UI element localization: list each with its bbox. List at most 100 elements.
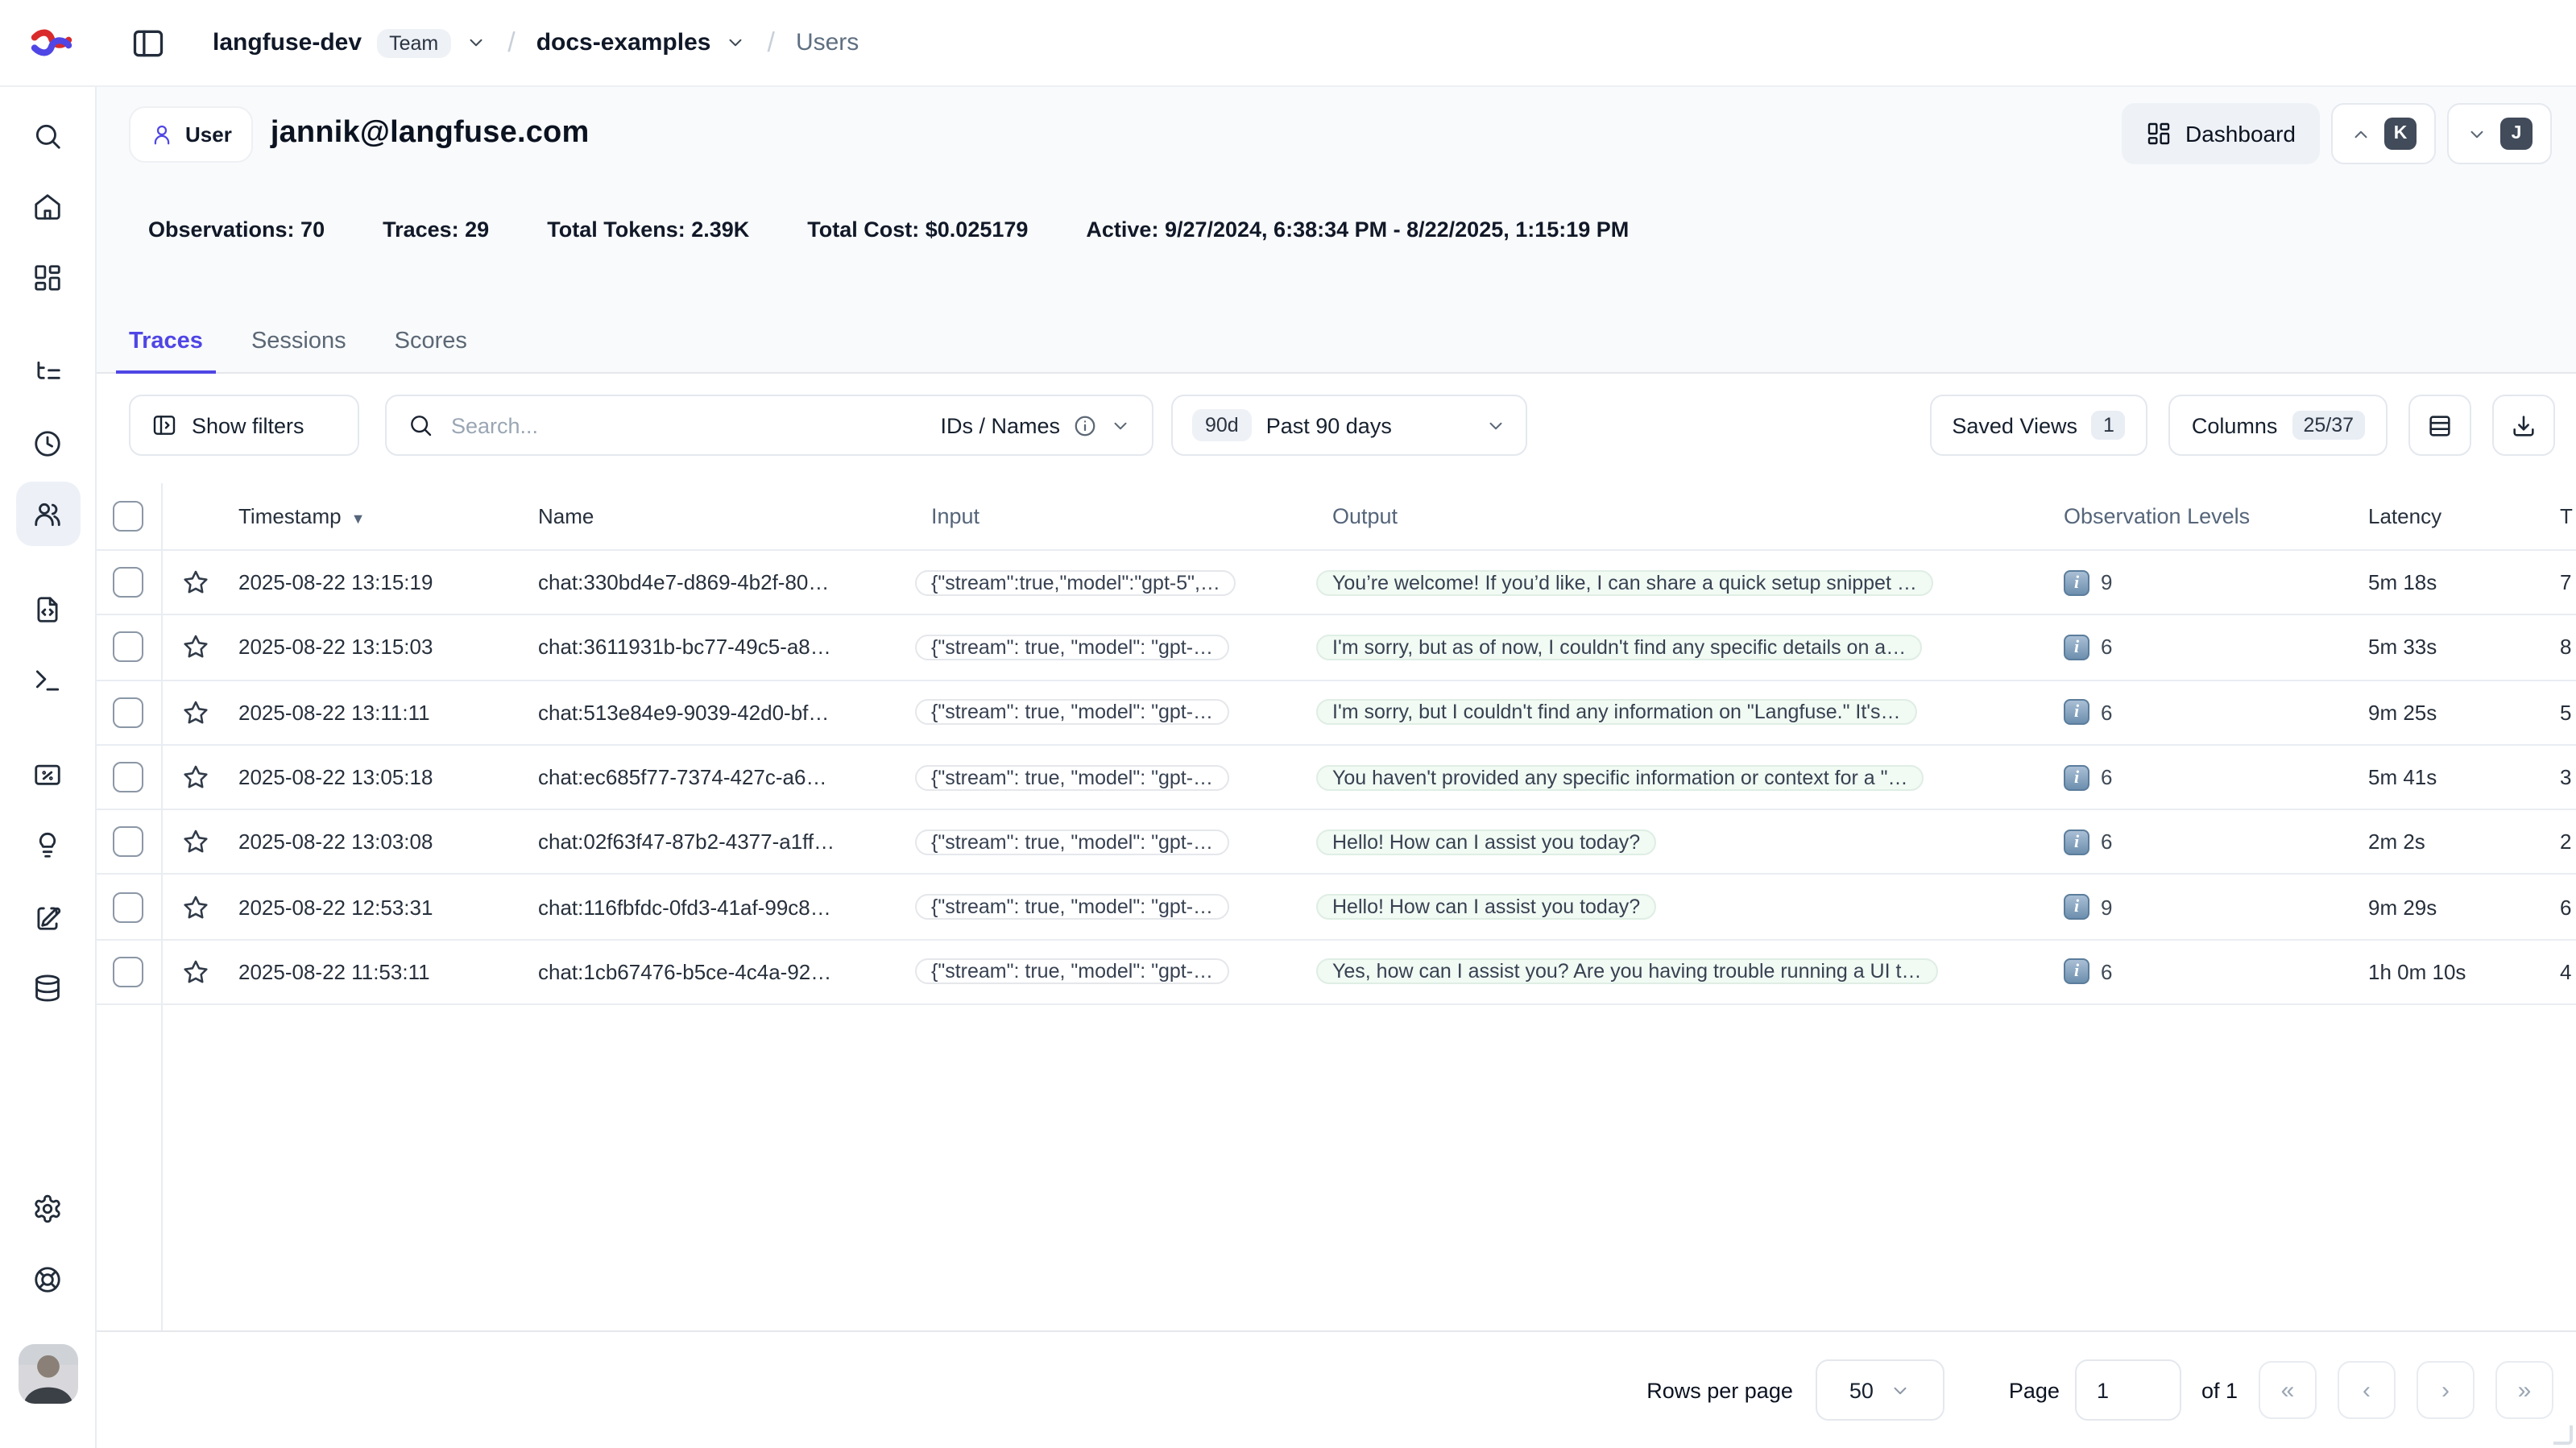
column-header-observation-levels[interactable]: Observation Levels [2051, 504, 2368, 528]
trace-timestamp[interactable]: 2025-08-22 13:11:11 [238, 700, 538, 724]
settings-gear-icon[interactable] [15, 1176, 80, 1240]
breadcrumb: langfuse-dev Team / docs-examples / User… [213, 27, 859, 59]
bookmark-star-icon[interactable] [161, 893, 238, 921]
dashboards-icon[interactable] [15, 245, 80, 309]
select-all-checkbox[interactable] [113, 501, 143, 532]
row-height-button[interactable] [2408, 395, 2471, 456]
previous-page-button[interactable]: ‹ [2338, 1361, 2396, 1419]
column-header-latency[interactable]: Latency [2368, 504, 2560, 528]
table-row[interactable]: 2025-08-22 12:53:31 chat:116fbfdc-0fd3-4… [97, 875, 2576, 941]
bookmark-star-icon[interactable] [161, 698, 238, 726]
row-checkbox[interactable] [113, 892, 143, 922]
user-avatar[interactable] [18, 1344, 77, 1404]
breadcrumb-project[interactable]: docs-examples [536, 29, 711, 56]
search-input[interactable] [448, 412, 926, 439]
bookmark-star-icon[interactable] [161, 763, 238, 791]
trace-timestamp[interactable]: 2025-08-22 13:05:18 [238, 765, 538, 789]
saved-views-button[interactable]: Saved Views 1 [1929, 395, 2148, 456]
bookmark-star-icon[interactable] [161, 829, 238, 856]
trace-timestamp[interactable]: 2025-08-22 13:03:08 [238, 830, 538, 854]
bookmark-star-icon[interactable] [161, 569, 238, 596]
column-header-output[interactable]: Output [1316, 504, 2051, 528]
tab-sessions[interactable]: Sessions [238, 329, 359, 374]
trace-output-preview[interactable]: You’re welcome! If you’d like, I can sha… [1316, 569, 1933, 595]
row-checkbox[interactable] [113, 827, 143, 858]
trace-timestamp[interactable]: 2025-08-22 13:15:03 [238, 635, 538, 660]
annotation-clipboard-icon[interactable] [15, 884, 80, 949]
column-header-clipped[interactable]: T [2560, 504, 2576, 528]
trace-name[interactable]: chat:3611931b-bc77-49c5-a8… [538, 635, 915, 660]
tracing-icon[interactable] [15, 340, 80, 404]
sidebar-toggle-icon[interactable] [130, 25, 166, 60]
table-row[interactable]: 2025-08-22 13:11:11 chat:513e84e9-9039-4… [97, 681, 2576, 746]
trace-output-preview[interactable]: You haven't provided any specific inform… [1316, 764, 1924, 790]
trace-input-preview[interactable]: {"stream":true,"model":"gpt-5",… [915, 569, 1236, 595]
org-switcher-chevron-icon[interactable] [466, 32, 487, 53]
tab-scores[interactable]: Scores [382, 329, 480, 374]
column-header-input[interactable]: Input [915, 504, 1316, 528]
row-checkbox[interactable] [113, 632, 143, 663]
columns-button[interactable]: Columns 25/37 [2169, 395, 2388, 456]
row-checkbox[interactable] [113, 697, 143, 727]
trace-input-preview[interactable]: {"stream": true, "model": "gpt-… [915, 829, 1229, 855]
home-icon[interactable] [15, 174, 80, 238]
prompts-icon[interactable] [15, 577, 80, 641]
next-page-button[interactable]: › [2417, 1361, 2475, 1419]
table-row[interactable]: 2025-08-22 11:53:11 chat:1cb67476-b5ce-4… [97, 941, 2576, 1006]
users-icon[interactable] [15, 482, 80, 546]
dashboard-button[interactable]: Dashboard [2121, 103, 2320, 164]
search-scope-dropdown[interactable]: IDs / Names [940, 413, 1131, 437]
trace-output-preview[interactable]: Hello! How can I assist you today? [1316, 829, 1656, 855]
observation-levels-cell: i 9 [2051, 894, 2368, 920]
trace-timestamp[interactable]: 2025-08-22 11:53:11 [238, 960, 538, 984]
playground-terminal-icon[interactable] [15, 647, 80, 712]
trace-name[interactable]: chat:02f63f47-87b2-4377-a1ff… [538, 830, 915, 854]
last-page-button[interactable]: » [2495, 1361, 2553, 1419]
show-filters-button[interactable]: Show filters [129, 395, 359, 456]
tab-traces[interactable]: Traces [116, 329, 216, 374]
table-row[interactable]: 2025-08-22 13:15:03 chat:3611931b-bc77-4… [97, 616, 2576, 681]
trace-timestamp[interactable]: 2025-08-22 12:53:31 [238, 895, 538, 919]
trace-output-preview[interactable]: I'm sorry, but as of now, I couldn't fin… [1316, 635, 1922, 660]
first-page-button[interactable]: « [2259, 1361, 2317, 1419]
row-checkbox[interactable] [113, 762, 143, 792]
sessions-clock-icon[interactable] [15, 411, 80, 475]
breadcrumb-org[interactable]: langfuse-dev [213, 29, 362, 56]
column-header-timestamp[interactable]: Timestamp▼ [238, 504, 538, 528]
trace-output-preview[interactable]: Yes, how can I assist you? Are you havin… [1316, 959, 1937, 985]
trace-timestamp[interactable]: 2025-08-22 13:15:19 [238, 570, 538, 594]
trace-input-preview[interactable]: {"stream": true, "model": "gpt-… [915, 635, 1229, 660]
trace-output-preview[interactable]: I'm sorry, but I couldn't find any infor… [1316, 699, 1917, 725]
page-number-input[interactable] [2076, 1359, 2182, 1421]
bookmark-star-icon[interactable] [161, 634, 238, 661]
trace-name[interactable]: chat:116fbfdc-0fd3-41af-99c8… [538, 895, 915, 919]
trace-input-preview[interactable]: {"stream": true, "model": "gpt-… [915, 894, 1229, 920]
bookmark-star-icon[interactable] [161, 958, 238, 986]
table-row[interactable]: 2025-08-22 13:03:08 chat:02f63f47-87b2-4… [97, 810, 2576, 875]
rows-per-page-select[interactable]: 50 [1816, 1359, 1944, 1421]
support-lifebuoy-icon[interactable] [15, 1247, 80, 1311]
table-row[interactable]: 2025-08-22 13:05:18 chat:ec685f77-7374-4… [97, 746, 2576, 811]
trace-input-preview[interactable]: {"stream": true, "model": "gpt-… [915, 699, 1229, 725]
date-range-dropdown[interactable]: 90d Past 90 days [1171, 395, 1527, 456]
column-header-name[interactable]: Name [538, 504, 915, 528]
trace-input-preview[interactable]: {"stream": true, "model": "gpt-… [915, 959, 1229, 985]
navigate-up-button[interactable]: K [2331, 103, 2436, 164]
project-switcher-chevron-icon[interactable] [725, 32, 746, 53]
evaluation-icon[interactable] [15, 743, 80, 807]
search-icon[interactable] [15, 103, 80, 168]
table-row[interactable]: 2025-08-22 13:15:19 chat:330bd4e7-d869-4… [97, 551, 2576, 616]
trace-name[interactable]: chat:1cb67476-b5ce-4c4a-92… [538, 960, 915, 984]
trace-name[interactable]: chat:330bd4e7-d869-4b2f-80… [538, 570, 915, 594]
llm-judge-lightbulb-icon[interactable] [15, 812, 80, 876]
trace-input-preview[interactable]: {"stream": true, "model": "gpt-… [915, 764, 1229, 790]
row-checkbox[interactable] [113, 957, 143, 987]
datasets-database-icon[interactable] [15, 955, 80, 1020]
export-button[interactable] [2492, 395, 2555, 456]
search-box[interactable]: IDs / Names [385, 395, 1153, 456]
trace-output-preview[interactable]: Hello! How can I assist you today? [1316, 894, 1656, 920]
navigate-down-button[interactable]: J [2447, 103, 2552, 164]
trace-name[interactable]: chat:513e84e9-9039-42d0-bf… [538, 700, 915, 724]
trace-name[interactable]: chat:ec685f77-7374-427c-a6… [538, 765, 915, 789]
row-checkbox[interactable] [113, 567, 143, 598]
